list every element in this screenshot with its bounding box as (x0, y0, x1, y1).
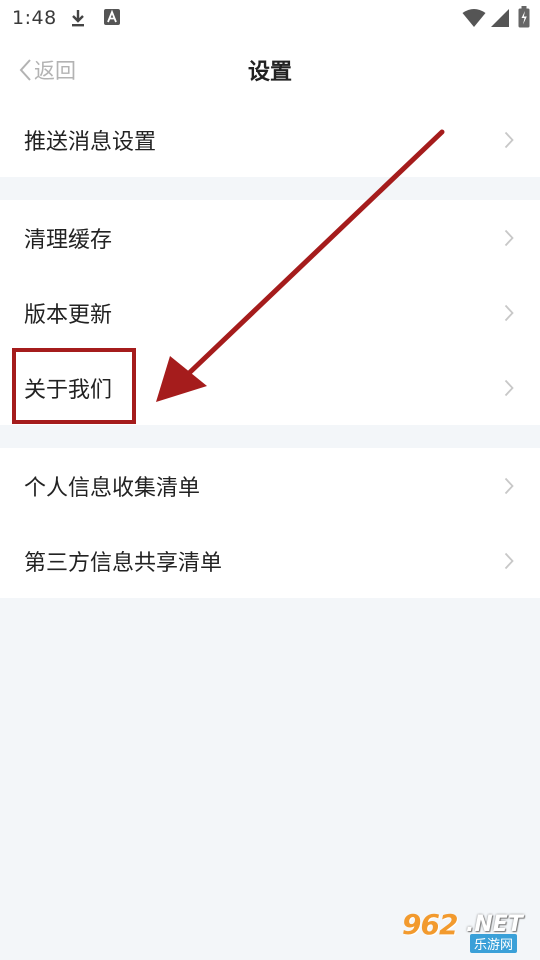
settings-item-version-update[interactable]: 版本更新 (0, 275, 540, 350)
watermark-subtitle: 乐游网 (470, 934, 518, 953)
nav-bar: 返回 设置 (0, 36, 540, 102)
chevron-right-icon (504, 304, 514, 321)
chevron-right-icon (504, 552, 514, 569)
wifi-icon (462, 9, 486, 27)
settings-item-label: 清理缓存 (24, 227, 113, 253)
cellular-signal-icon (491, 9, 509, 27)
font-a-icon (104, 9, 120, 25)
chevron-right-icon (504, 477, 514, 494)
settings-item-label: 推送消息设置 (24, 129, 157, 155)
settings-group-privacy: 个人信息收集清单 第三方信息共享清单 (0, 448, 540, 598)
battery-charging-icon (518, 6, 530, 28)
chevron-right-icon (504, 379, 514, 396)
settings-item-label: 第三方信息共享清单 (24, 550, 223, 576)
settings-group-push: 推送消息设置 (0, 102, 540, 177)
settings-item-clear-cache[interactable]: 清理缓存 (0, 200, 540, 275)
annotation-highlight-box (12, 348, 136, 424)
settings-item-label: 版本更新 (24, 302, 113, 328)
page-title: 设置 (247, 60, 292, 85)
settings-item-push-notifications[interactable]: 推送消息设置 (0, 102, 540, 177)
chevron-right-icon (504, 229, 514, 246)
settings-item-label: 个人信息收集清单 (24, 475, 201, 501)
settings-item-personal-info-list[interactable]: 个人信息收集清单 (0, 448, 540, 523)
status-bar: 1:48 (0, 0, 540, 36)
download-icon (72, 10, 84, 27)
watermark-logo: 962 .NET 乐游网 (402, 908, 530, 953)
watermark-brand: 962 (402, 908, 458, 941)
settings-item-third-party-sharing-list[interactable]: 第三方信息共享清单 (0, 523, 540, 598)
status-time: 1:48 (12, 7, 57, 29)
chevron-right-icon (504, 131, 514, 148)
